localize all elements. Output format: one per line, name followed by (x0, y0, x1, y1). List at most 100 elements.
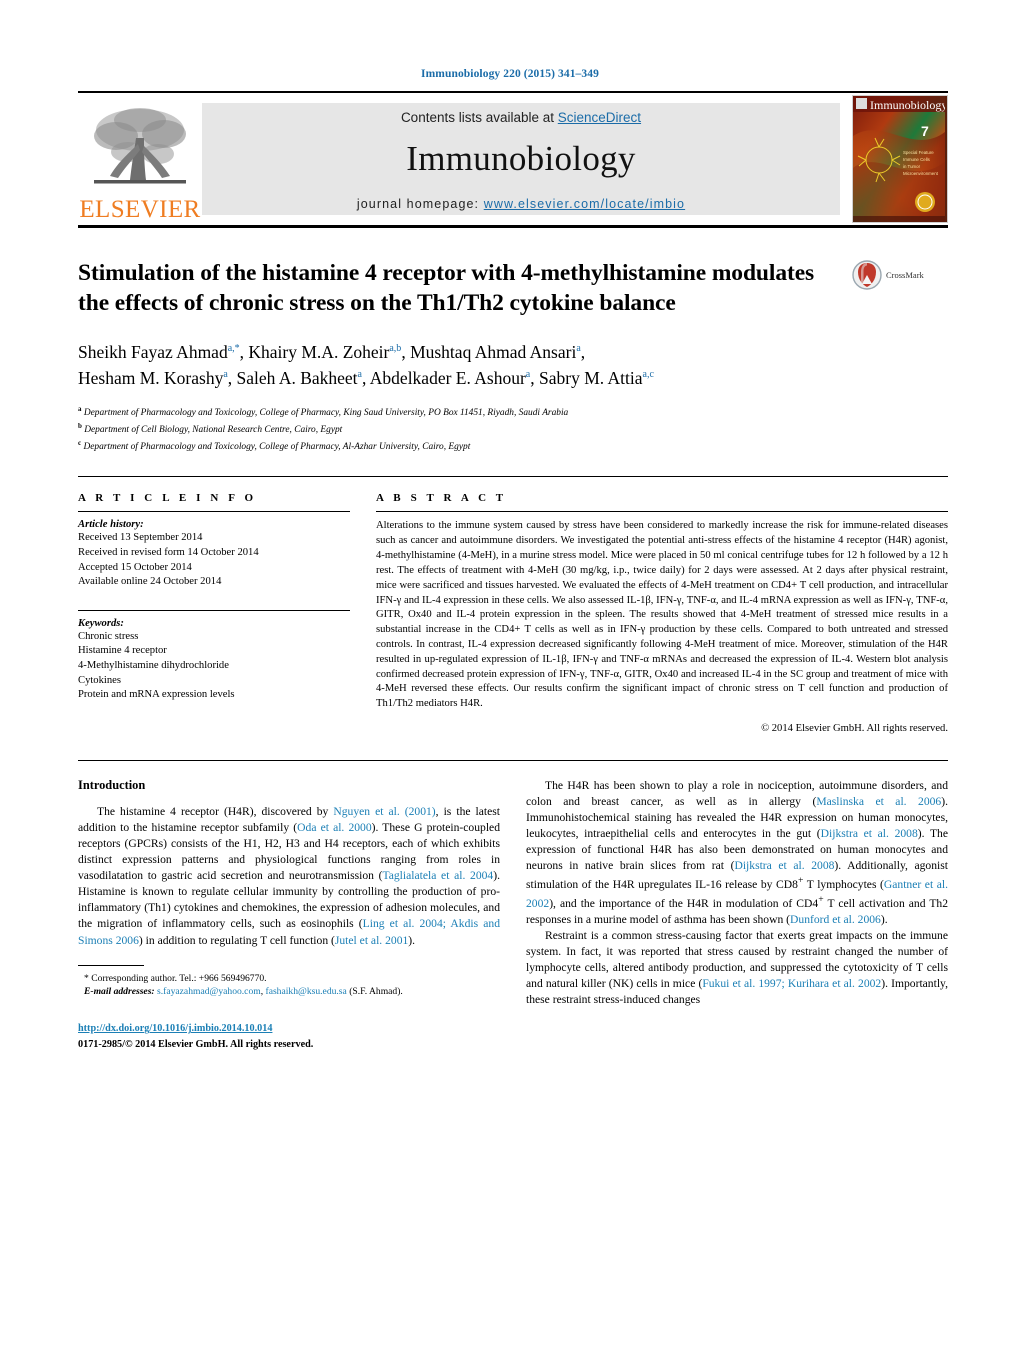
citation-gantner-2002[interactable]: Gantner et al. 2002 (526, 878, 948, 910)
journal-cover-thumbnail: Immunobiology 7 Special Feature Immune C… (852, 95, 948, 223)
contents-prefix: Contents lists available at (400, 109, 558, 125)
title-block: Stimulation of the histamine 4 receptor … (78, 258, 948, 318)
citation-fukui-kurihara[interactable]: Fukui et al. 1997; Kurihara et al. 2002 (702, 977, 881, 990)
footnote-email-label: E-mail addresses: (84, 986, 155, 998)
footnote-rule (78, 964, 144, 966)
citation-dunford-2006[interactable]: Dunford et al. 2006 (790, 913, 881, 926)
citation-taglialatela-2004[interactable]: Taglialatela et al. 2004 (382, 869, 493, 882)
info-abstract-section: A R T I C L E I N F O Article history: R… (78, 476, 948, 734)
keyword-item: Protein and mRNA expression levels (78, 689, 235, 701)
article-history-revised: Received in revised form 14 October 2014 (78, 546, 259, 558)
body-columns: Introduction The histamine 4 receptor (H… (78, 778, 948, 1052)
journal-band: Contents lists available at ScienceDirec… (202, 103, 840, 215)
footnote-star: * (84, 972, 89, 984)
journal-cover-art: Immunobiology 7 Special Feature Immune C… (853, 96, 947, 222)
journal-title: Immunobiology (406, 138, 636, 178)
affiliation-c-text: Department of Pharmacology and Toxicolog… (83, 441, 471, 452)
article-page: Immunobiology 220 (2015) 341–349 ELSEVIE… (0, 0, 1020, 1351)
masthead-bottom-rule (78, 225, 948, 228)
intro-paragraph-3: Restraint is a common stress-causing fac… (526, 929, 948, 1007)
footnote-corresponding-text: Corresponding author. Tel.: +966 5694967… (91, 972, 267, 984)
keyword-item: Histamine 4 receptor (78, 645, 167, 657)
affiliation-a-text: Department of Pharmacology and Toxicolog… (83, 408, 569, 419)
author-7: , Sabry M. Attia (530, 367, 643, 388)
crossmark-label: CrossMark (886, 270, 924, 280)
keyword-item: 4-Methylhistamine dihydrochloride (78, 660, 229, 672)
corresponding-author-footnote: * Corresponding author. Tel.: +966 56949… (78, 949, 500, 1052)
svg-text:Immunobiology: Immunobiology (870, 98, 945, 112)
affiliation-list: a Department of Pharmacology and Toxicol… (78, 404, 948, 454)
article-history-online: Available online 24 October 2014 (78, 576, 222, 588)
citation-oda-2000[interactable]: Oda et al. 2000 (297, 821, 371, 834)
author-6: , Abdelkader E. Ashour (362, 367, 526, 388)
email-link-1[interactable]: s.fayazahmad@yahoo.com (157, 986, 261, 997)
author-1-affil: a,* (227, 343, 240, 355)
footnote-emails: E-mail addresses: s.fayazahmad@yahoo.com… (78, 985, 500, 999)
citation-jutel-2001[interactable]: Jutel et al. 2001 (335, 934, 408, 947)
journal-homepage-link[interactable]: www.elsevier.com/locate/imbio (484, 197, 685, 211)
citation-ling-akdis[interactable]: Ling et al. 2004; Akdis and Simons 2006 (78, 917, 500, 946)
journal-homepage-line: journal homepage: www.elsevier.com/locat… (357, 197, 685, 211)
citation-maslinska-2006[interactable]: Maslinska et al. 2006 (816, 795, 941, 808)
doi-block: http://dx.doi.org/10.1016/j.imbio.2014.1… (78, 1021, 500, 1052)
crossmark-badge[interactable]: CrossMark (852, 258, 948, 290)
author-2-affil: a,b (389, 343, 402, 355)
keyword-item: Chronic stress (78, 630, 139, 642)
author-2: , Khairy M.A. Zoheir (239, 342, 390, 363)
elsevier-logo: ELSEVIER (78, 93, 202, 225)
article-info-column: A R T I C L E I N F O Article history: R… (78, 492, 376, 734)
doi-link[interactable]: http://dx.doi.org/10.1016/j.imbio.2014.1… (78, 1021, 500, 1036)
svg-text:Immune Cells: Immune Cells (903, 157, 931, 162)
homepage-prefix: journal homepage: (356, 196, 484, 211)
elsevier-tree-icon (94, 108, 186, 184)
article-history-accepted: Accepted 15 October 2014 (78, 561, 192, 573)
intro-paragraph-2: The H4R has been shown to play a role in… (526, 779, 948, 927)
article-history-received: Received 13 September 2014 (78, 532, 203, 544)
citation-dijkstra-2008[interactable]: Dijkstra et al. 2008 (821, 827, 918, 840)
crossmark-icon (852, 260, 882, 290)
elsevier-wordmark: ELSEVIER (79, 196, 201, 223)
intro-paragraph-1: The histamine 4 receptor (H4R), discover… (78, 805, 500, 947)
title-text-wrap: Stimulation of the histamine 4 receptor … (78, 258, 852, 318)
article-info-rule (78, 511, 350, 513)
issn-copyright-line: 0171-2985/© 2014 Elsevier GmbH. All righ… (78, 1038, 314, 1050)
svg-text:7: 7 (921, 123, 929, 139)
body-top-rule (78, 760, 948, 762)
keywords-rule (78, 609, 350, 611)
citation-nguyen-2001[interactable]: Nguyen et al. (2001) (333, 805, 435, 818)
author-list: Sheikh Fayaz Ahmada,*, Khairy M.A. Zohei… (78, 340, 948, 391)
page-title: Stimulation of the histamine 4 receptor … (78, 260, 815, 317)
keywords-label: Keywords: (78, 617, 124, 629)
author-5: , Saleh A. Bakheet (227, 367, 358, 388)
citation-dijkstra-2008-b[interactable]: Dijkstra et al. 2008 (734, 859, 834, 872)
running-head: Immunobiology 220 (2015) 341–349 (421, 68, 599, 80)
svg-text:in Tumor: in Tumor (903, 164, 921, 169)
affiliation-b-text: Department of Cell Biology, National Res… (84, 425, 343, 436)
article-history-label: Article history: (78, 519, 144, 531)
body-column-left: Introduction The histamine 4 receptor (H… (78, 778, 500, 1052)
author-line1-comma: , (580, 342, 586, 363)
affiliation-b-marker: b (78, 421, 82, 430)
abstract-rule (376, 511, 948, 513)
affiliation-c-marker: c (78, 438, 82, 447)
section-heading-introduction: Introduction (78, 778, 146, 793)
abstract-copyright: © 2014 Elsevier GmbH. All rights reserve… (761, 723, 948, 735)
affiliation-a: a Department of Pharmacology and Toxicol… (78, 404, 948, 421)
contents-line: Contents lists available at ScienceDirec… (401, 110, 641, 125)
email-link-2[interactable]: fashaikh@ksu.edu.sa (266, 986, 347, 997)
keywords-block: Keywords: Chronic stress Histamine 4 rec… (78, 609, 350, 703)
abstract-column: A B S T R A C T Alterations to the immun… (376, 492, 948, 734)
svg-text:Microenvironment: Microenvironment (903, 171, 939, 176)
footnote-corresponding: * Corresponding author. Tel.: +966 56949… (78, 972, 500, 986)
svg-text:Special Feature: Special Feature (903, 150, 934, 155)
abstract-text: Alterations to the immune system caused … (376, 520, 948, 710)
author-1: Sheikh Fayaz Ahmad (78, 342, 228, 363)
author-7-affil: a,c (642, 368, 654, 380)
sciencedirect-link[interactable]: ScienceDirect (558, 110, 641, 125)
journal-masthead: ELSEVIER Contents lists available at Sci… (78, 91, 948, 225)
keyword-item: Cytokines (78, 674, 121, 686)
affiliation-c: c Department of Pharmacology and Toxicol… (78, 438, 948, 455)
affiliation-b: b Department of Cell Biology, National R… (78, 421, 948, 438)
author-4: Hesham M. Korashy (78, 367, 224, 388)
email-suffix: (S.F. Ahmad). (346, 986, 403, 998)
